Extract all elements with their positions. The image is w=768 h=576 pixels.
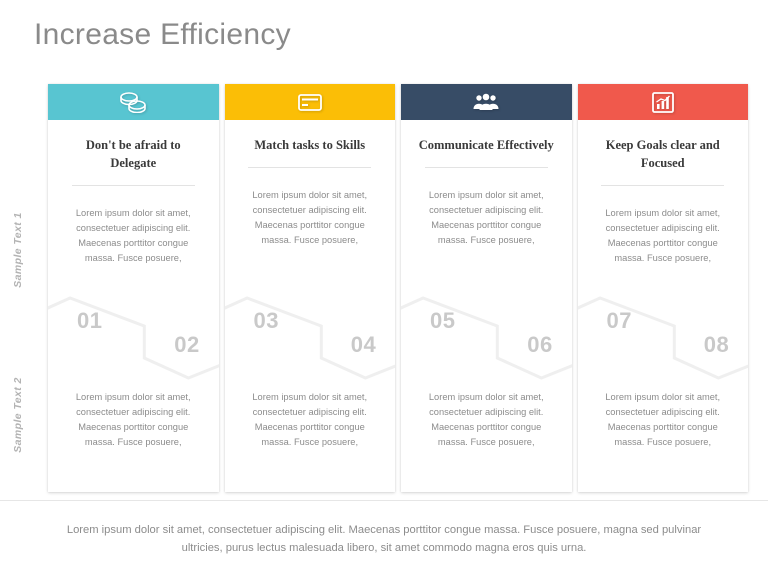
title-divider <box>601 185 725 187</box>
card-header-bar <box>224 84 395 120</box>
card-title: Match tasks to Skills <box>254 138 366 152</box>
card-title: Don't be afraid to Delegate <box>85 138 181 171</box>
card-header-bar <box>577 84 748 120</box>
side-label-sample-text-1: Sample Text 1 <box>0 200 36 300</box>
number-band: 01 02 <box>48 292 219 384</box>
title-divider <box>424 167 548 169</box>
title-divider <box>248 167 372 169</box>
coins-icon <box>118 91 148 113</box>
number-even: 08 <box>703 332 730 357</box>
number-band: 07 08 <box>577 292 748 384</box>
card-text-top: Lorem ipsum dolor sit amet, consectetuer… <box>75 208 191 264</box>
card-header-bar <box>401 84 572 120</box>
card-text-bottom: Lorem ipsum dolor sit amet, consectetuer… <box>252 392 368 448</box>
card-text-top: Lorem ipsum dolor sit amet, consectetuer… <box>252 190 368 246</box>
number-odd: 07 <box>606 308 632 333</box>
number-band: 05 06 <box>401 292 572 384</box>
side-label-1-text: Sample Text 1 <box>12 212 24 288</box>
users-group-icon <box>472 92 500 112</box>
card-text-top: Lorem ipsum dolor sit amet, consectetuer… <box>428 190 544 246</box>
number-odd: 03 <box>253 308 279 333</box>
card-match-tasks[interactable]: Match tasks to Skills Lorem ipsum dolor … <box>224 84 396 492</box>
cards-row: Don't be afraid to Delegate Lorem ipsum … <box>48 84 748 492</box>
card-text-bottom: Lorem ipsum dolor sit amet, consectetuer… <box>428 392 544 448</box>
title-divider <box>71 185 195 187</box>
card-text-bottom: Lorem ipsum dolor sit amet, consectetuer… <box>605 392 721 448</box>
card-lower-section: Lorem ipsum dolor sit amet, consectetuer… <box>578 390 749 450</box>
side-label-sample-text-2: Sample Text 2 <box>0 365 36 465</box>
card-title: Communicate Effectively <box>418 138 554 152</box>
number-odd: 05 <box>429 308 456 333</box>
card-title: Keep Goals clear and Focused <box>605 138 720 171</box>
card-text-top: Lorem ipsum dolor sit amet, consectetuer… <box>605 208 721 264</box>
footer-divider <box>0 500 768 501</box>
bar-chart-growth-icon <box>651 91 674 113</box>
footer-caption: Lorem ipsum dolor sit amet, consectetuer… <box>66 524 702 555</box>
number-odd: 01 <box>76 308 103 333</box>
card-keep-goals[interactable]: Keep Goals clear and Focused Lorem ipsum… <box>577 84 749 492</box>
number-even: 02 <box>174 332 200 357</box>
page-title: Increase Efficiency <box>34 18 291 51</box>
card-header-bar <box>48 84 219 120</box>
credit-card-icon <box>297 92 323 112</box>
number-even: 06 <box>527 332 553 357</box>
number-even: 04 <box>350 332 377 357</box>
card-lower-section: Lorem ipsum dolor sit amet, consectetuer… <box>401 390 572 450</box>
card-text-bottom: Lorem ipsum dolor sit amet, consectetuer… <box>75 392 191 448</box>
card-delegate[interactable]: Don't be afraid to Delegate Lorem ipsum … <box>48 84 219 492</box>
card-communicate[interactable]: Communicate Effectively Lorem ipsum dolo… <box>401 84 572 492</box>
side-label-2-text: Sample Text 2 <box>12 377 24 453</box>
card-lower-section: Lorem ipsum dolor sit amet, consectetuer… <box>225 390 396 450</box>
number-band: 03 04 <box>224 292 395 384</box>
card-lower-section: Lorem ipsum dolor sit amet, consectetuer… <box>48 390 219 450</box>
